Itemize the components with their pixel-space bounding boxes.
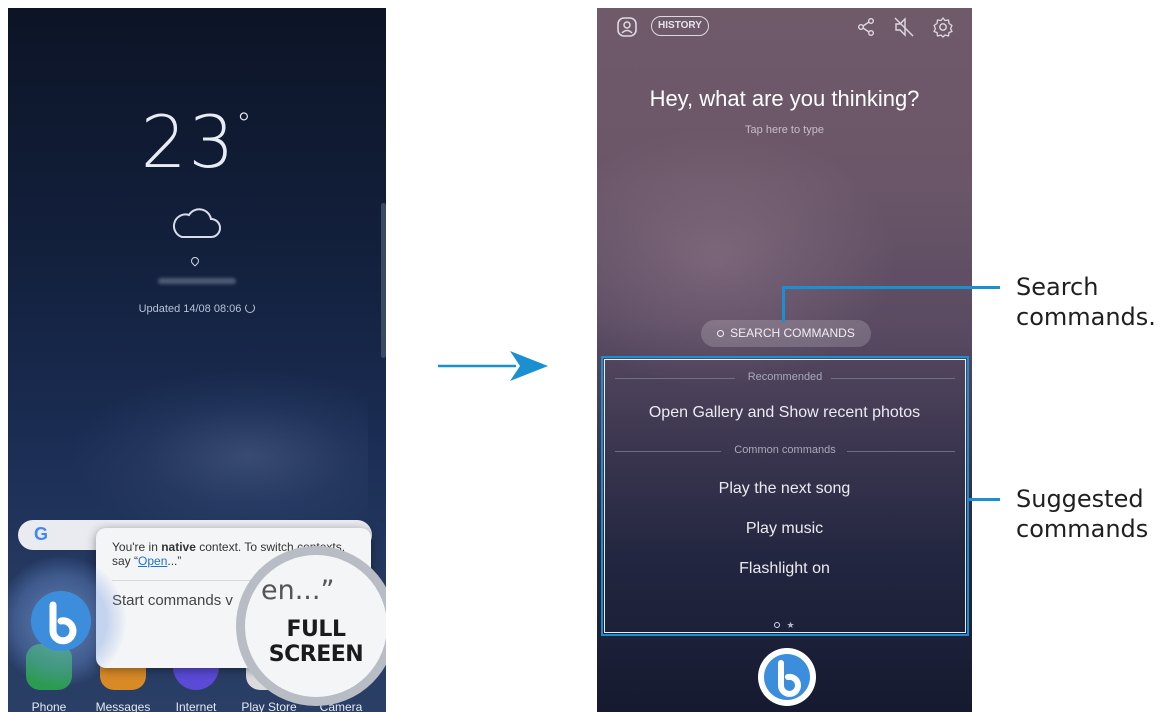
edge-panel-handle[interactable] bbox=[381, 203, 386, 358]
location-pin-icon bbox=[189, 255, 201, 267]
profile-icon[interactable] bbox=[616, 16, 638, 38]
start-commands-hint: Start commands v bbox=[112, 592, 233, 609]
suggested-commands-callout: Suggested commands bbox=[1016, 485, 1149, 543]
dock-app-label: Internet bbox=[175, 700, 217, 712]
dock-app-label: Phone bbox=[31, 700, 67, 712]
mute-icon[interactable] bbox=[893, 16, 915, 38]
refresh-icon[interactable] bbox=[245, 303, 256, 313]
suggested-callout-leader bbox=[969, 498, 1000, 501]
dock-app-label: Play Store bbox=[241, 700, 297, 712]
open-link[interactable]: Open bbox=[138, 554, 167, 568]
suggested-commands-highlight bbox=[601, 356, 969, 636]
transition-arrow-icon bbox=[438, 351, 548, 381]
search-commands-button[interactable]: SEARCH COMMANDS bbox=[701, 320, 871, 347]
cloud-icon bbox=[172, 208, 221, 238]
wallpaper-starfield bbox=[68, 368, 368, 528]
settings-gear-icon[interactable] bbox=[932, 16, 954, 38]
prompt-title[interactable]: Hey, what are you thinking? bbox=[597, 86, 972, 112]
google-logo-icon: G bbox=[34, 524, 49, 544]
tap-to-type-hint[interactable]: Tap here to type bbox=[597, 124, 972, 136]
bixby-button[interactable] bbox=[758, 648, 816, 706]
dock-app-label: Messages bbox=[95, 700, 151, 712]
weather-updated-time: Updated 14/08 08:06 bbox=[8, 303, 386, 315]
weather-temperature[interactable]: 23° bbox=[8, 106, 386, 178]
share-icon[interactable] bbox=[855, 16, 877, 38]
search-icon bbox=[717, 330, 725, 337]
home-screen: 23° Updated 14/08 08:06 G Phone Messages… bbox=[8, 8, 386, 712]
bixby-logo-icon bbox=[49, 601, 77, 645]
listening-text: en...” bbox=[261, 575, 335, 606]
search-callout-leader bbox=[782, 286, 785, 322]
bixby-logo-icon bbox=[764, 654, 810, 700]
zoom-magnifier: en...” FULL SCREEN bbox=[236, 546, 386, 706]
bixby-button[interactable] bbox=[31, 591, 91, 651]
history-button[interactable]: HISTORY bbox=[651, 16, 709, 36]
location-name-blurred bbox=[158, 278, 236, 284]
search-commands-callout: Search commands. bbox=[1016, 273, 1156, 331]
background-haze bbox=[597, 128, 897, 388]
search-callout-leader bbox=[782, 286, 1000, 289]
full-screen-button[interactable]: FULL SCREEN bbox=[245, 617, 386, 667]
